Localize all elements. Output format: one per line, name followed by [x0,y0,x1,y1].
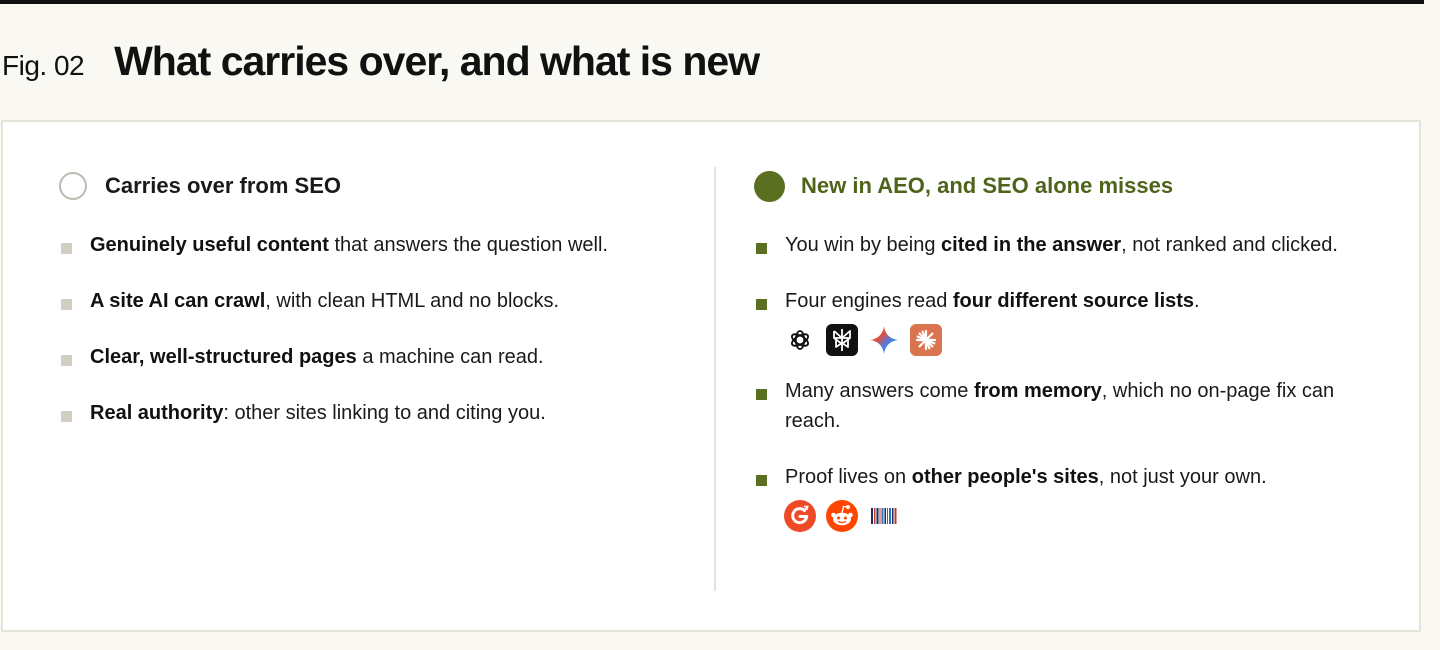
list-item: You win by being cited in the answer, no… [754,230,1374,260]
item-text: . [1194,290,1200,312]
g2-icon [784,500,816,532]
figure-label: Fig. 02 [2,50,85,81]
list-item: Four engines read four different source … [754,286,1374,356]
item-strong: from memory [973,380,1102,402]
figure-title: What carries over, and what is new [114,38,760,84]
list-item: Many answers come from memory, which no … [754,376,1374,436]
list-item: Real authority: other sites linking to a… [59,398,659,428]
carries-over-list: Genuinely useful content that answers th… [59,230,659,428]
top-rule [0,0,1424,4]
item-text: Four engines read [785,290,953,312]
carries-over-header: Carries over from SEO [59,170,659,202]
source-icons [784,500,1374,532]
item-strong: Genuinely useful content [90,234,329,256]
open-circle-icon [59,172,87,200]
item-text: that answers the question well. [328,234,608,256]
gemini-icon [868,324,900,356]
figure-header: Fig. 02 What carries over, and what is n… [0,38,760,88]
new-in-aeo-list: You win by being cited in the answer, no… [754,230,1374,532]
openai-icon [784,324,816,356]
square-bullet-icon [756,299,767,310]
engine-icons [784,324,1374,356]
item-strong: Clear, well-structured pages [90,346,357,368]
filled-circle-icon [754,170,785,202]
item-strong: A site AI can crawl [90,290,266,312]
list-item: Genuinely useful content that answers th… [59,230,659,260]
square-bullet-icon [756,475,767,486]
carries-over-column: Carries over from SEO Genuinely useful c… [59,170,659,454]
square-bullet-icon [61,355,72,366]
new-in-aeo-column: New in AEO, and SEO alone misses You win… [754,170,1374,552]
square-bullet-icon [756,243,767,254]
new-in-aeo-title: New in AEO, and SEO alone misses [801,173,1174,198]
reddit-icon [826,500,858,532]
item-strong: cited in the answer [941,234,1122,256]
item-text: , with clean HTML and no blocks. [265,290,560,312]
square-bullet-icon [61,411,72,422]
list-item: Clear, well-structured pages a machine c… [59,342,659,372]
item-text: , not ranked and clicked. [1121,234,1338,256]
list-item: A site AI can crawl, with clean HTML and… [59,286,659,316]
claude-icon [910,324,942,356]
item-text: : other sites linking to and citing you. [223,402,546,424]
item-strong: Real authority [90,402,224,424]
comparison-card: Carries over from SEO Genuinely useful c… [1,120,1421,632]
square-bullet-icon [61,243,72,254]
item-text: Proof lives on [785,466,912,488]
square-bullet-icon [61,299,72,310]
list-item: Proof lives on other people's sites, not… [754,462,1374,532]
square-bullet-icon [756,389,767,400]
item-strong: four different source lists [952,290,1195,312]
item-text: , not just your own. [1098,466,1267,488]
carries-over-title: Carries over from SEO [105,173,341,198]
item-text: Many answers come [785,380,974,402]
item-text: You win by being [785,234,942,256]
wikipedia-barcode-icon [868,500,900,532]
item-strong: other people's sites [911,466,1099,488]
item-text: a machine can read. [356,346,544,368]
perplexity-icon [826,324,858,356]
column-divider [714,167,716,591]
new-in-aeo-header: New in AEO, and SEO alone misses [754,170,1374,202]
